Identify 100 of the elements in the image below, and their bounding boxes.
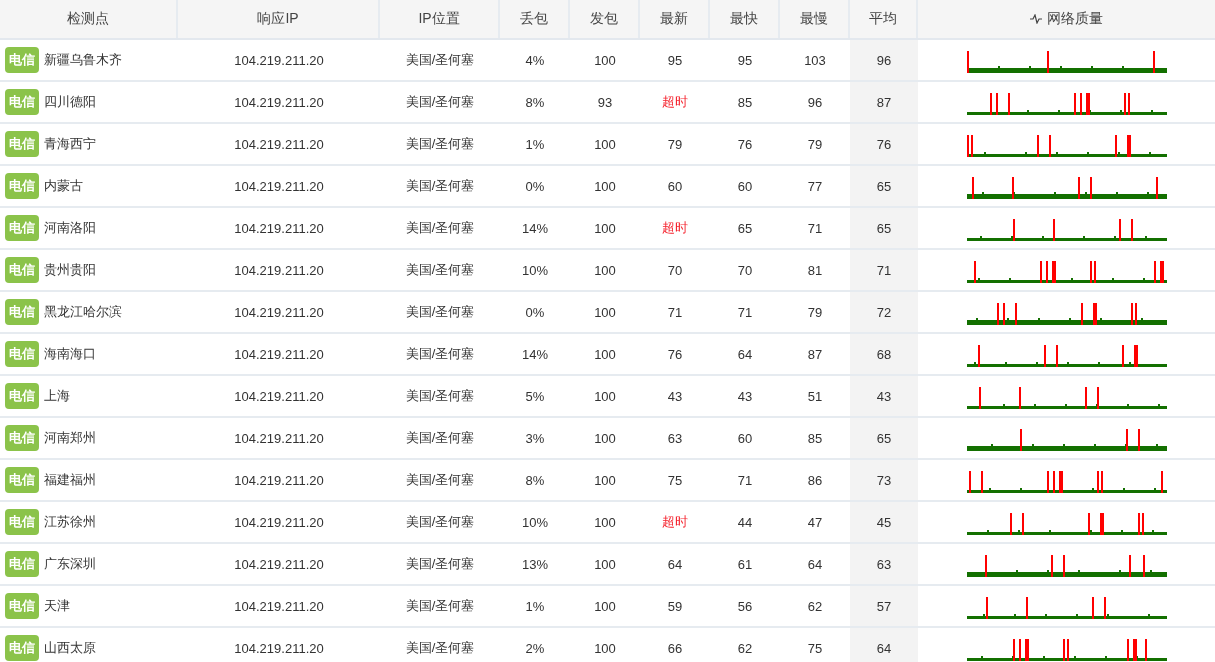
node-name: 新疆乌鲁木齐 [44, 51, 122, 69]
sent-cell: 100 [594, 262, 616, 278]
fastest-cell: 65 [737, 220, 753, 236]
fastest-cell: 43 [737, 388, 753, 404]
location-cell: 美国/圣何塞 [405, 555, 475, 573]
latest-cell: 59 [667, 598, 683, 614]
node-name: 内蒙古 [44, 177, 83, 195]
fastest-cell: 60 [737, 178, 753, 194]
average-cell: 65 [876, 430, 892, 446]
average-cell: 68 [876, 346, 892, 362]
sent-cell: 100 [594, 388, 616, 404]
latest-cell: 60 [667, 178, 683, 194]
column-header: 检测点 [67, 10, 109, 28]
location-cell: 美国/圣何塞 [405, 429, 475, 447]
loss-cell: 1% [525, 136, 545, 152]
loss-cell: 4% [525, 52, 545, 68]
isp-tag: 电信 [5, 299, 39, 325]
isp-tag: 电信 [5, 467, 39, 493]
column-header: 网络质量 [1047, 10, 1103, 28]
node-name: 黑龙江哈尔滨 [44, 303, 122, 321]
slowest-cell: 81 [807, 262, 823, 278]
node-name: 广东深圳 [44, 555, 96, 573]
location-cell: 美国/圣何塞 [405, 135, 475, 153]
location-cell: 美国/圣何塞 [405, 387, 475, 405]
column-header: 最新 [660, 10, 688, 28]
node-name: 青海西宁 [44, 135, 96, 153]
latest-cell: 超时 [662, 93, 688, 111]
sent-cell: 100 [594, 136, 616, 152]
ip-cell: 104.219.211.20 [234, 178, 324, 194]
location-cell: 美国/圣何塞 [405, 177, 475, 195]
slowest-cell: 71 [807, 220, 823, 236]
latest-cell: 超时 [662, 219, 688, 237]
ip-cell: 104.219.211.20 [234, 430, 324, 446]
fastest-cell: 44 [737, 514, 753, 530]
column-header: IP位置 [418, 10, 460, 28]
latest-cell: 95 [667, 52, 683, 68]
ip-cell: 104.219.211.20 [234, 136, 324, 152]
sent-cell: 100 [594, 472, 616, 488]
latest-cell: 79 [667, 136, 683, 152]
slowest-cell: 62 [807, 598, 823, 614]
isp-tag: 电信 [5, 131, 39, 157]
isp-tag: 电信 [5, 257, 39, 283]
loss-cell: 10% [522, 514, 548, 530]
ip-cell: 104.219.211.20 [234, 640, 324, 656]
loss-cell: 10% [522, 262, 548, 278]
fastest-cell: 61 [737, 556, 753, 572]
location-cell: 美国/圣何塞 [405, 471, 475, 489]
fastest-cell: 56 [737, 598, 753, 614]
isp-tag: 电信 [5, 383, 39, 409]
column-header: 丢包 [520, 10, 548, 28]
sent-cell: 100 [594, 598, 616, 614]
column-header: 响应IP [257, 10, 299, 28]
isp-tag: 电信 [5, 509, 39, 535]
slowest-cell: 86 [807, 472, 823, 488]
node-name: 河南洛阳 [44, 219, 96, 237]
isp-tag: 电信 [5, 635, 39, 661]
column-header: 发包 [590, 10, 618, 28]
location-cell: 美国/圣何塞 [405, 639, 475, 657]
ip-cell: 104.219.211.20 [234, 220, 324, 236]
slowest-cell: 64 [807, 556, 823, 572]
loss-cell: 8% [525, 472, 545, 488]
node-name: 海南海口 [44, 345, 96, 363]
ip-cell: 104.219.211.20 [234, 472, 324, 488]
latest-cell: 71 [667, 304, 683, 320]
isp-tag: 电信 [5, 341, 39, 367]
ip-cell: 104.219.211.20 [234, 514, 324, 530]
latest-cell: 66 [667, 640, 683, 656]
ip-cell: 104.219.211.20 [234, 556, 324, 572]
sent-cell: 100 [594, 52, 616, 68]
location-cell: 美国/圣何塞 [405, 513, 475, 531]
sent-cell: 93 [597, 94, 613, 110]
location-cell: 美国/圣何塞 [405, 261, 475, 279]
location-cell: 美国/圣何塞 [405, 93, 475, 111]
average-cell: 87 [876, 94, 892, 110]
slowest-cell: 75 [807, 640, 823, 656]
ip-cell: 104.219.211.20 [234, 346, 324, 362]
sent-cell: 100 [594, 514, 616, 530]
average-cell: 64 [876, 640, 892, 656]
isp-tag: 电信 [5, 551, 39, 577]
fastest-cell: 70 [737, 262, 753, 278]
sent-cell: 100 [594, 556, 616, 572]
slowest-cell: 85 [807, 430, 823, 446]
slowest-cell: 79 [807, 304, 823, 320]
isp-tag: 电信 [5, 593, 39, 619]
node-name: 四川德阳 [44, 93, 96, 111]
latest-cell: 64 [667, 556, 683, 572]
node-name: 江苏徐州 [44, 513, 96, 531]
slowest-cell: 77 [807, 178, 823, 194]
sent-cell: 100 [594, 178, 616, 194]
sent-cell: 100 [594, 430, 616, 446]
slowest-cell: 87 [807, 346, 823, 362]
loss-cell: 5% [525, 388, 545, 404]
isp-tag: 电信 [5, 47, 39, 73]
latest-cell: 76 [667, 346, 683, 362]
ip-cell: 104.219.211.20 [234, 262, 324, 278]
location-cell: 美国/圣何塞 [405, 51, 475, 69]
loss-cell: 14% [522, 220, 548, 236]
ip-cell: 104.219.211.20 [234, 388, 324, 404]
loss-cell: 3% [525, 430, 545, 446]
fastest-cell: 76 [737, 136, 753, 152]
